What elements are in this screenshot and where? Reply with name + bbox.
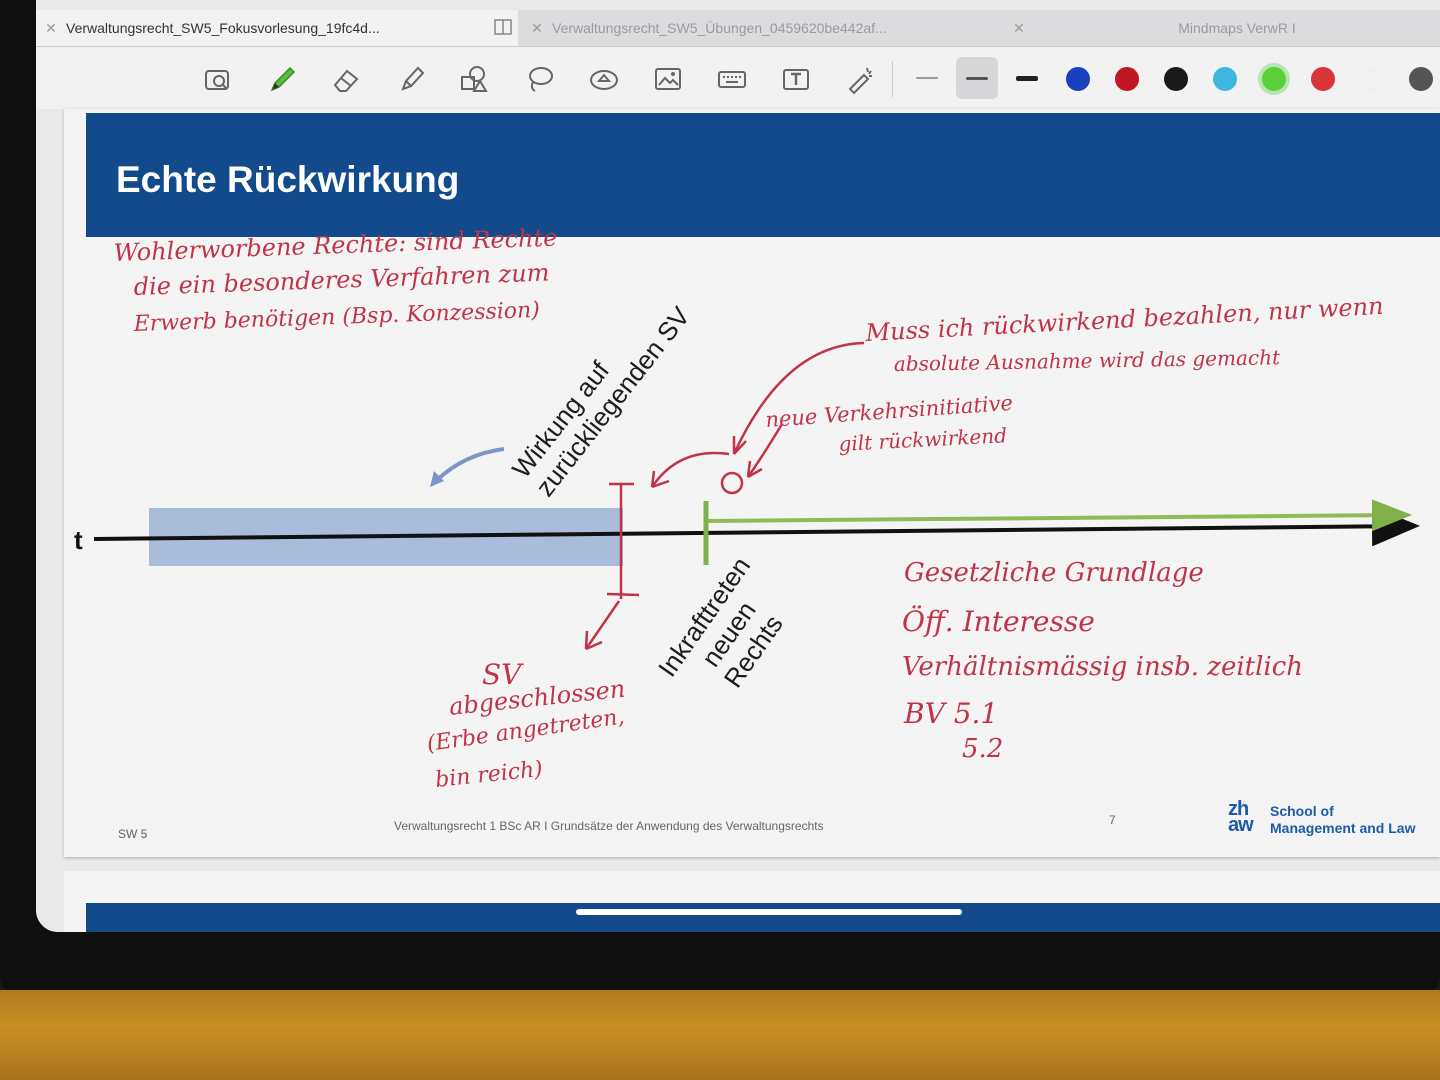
highlighter-icon[interactable] — [392, 59, 432, 99]
note-top-right-1: Muss ich rückwirkend bezahlen, nur wenn — [864, 292, 1384, 347]
lasso-zoom-icon[interactable] — [198, 59, 238, 99]
note-top-right-2: absolute Ausnahme wird das gemacht — [894, 345, 1282, 376]
note-list-4: BV 5.1 — [903, 697, 998, 730]
color-swatch[interactable] — [1213, 67, 1237, 91]
stroke-thin-button[interactable] — [906, 57, 948, 99]
logo-text: School of Management and Law — [1270, 803, 1416, 836]
stroke-thick-button[interactable] — [1006, 57, 1048, 99]
desk-surface — [0, 990, 1440, 1080]
color-swatch[interactable] — [1311, 67, 1335, 91]
new-law-line — [705, 499, 1412, 532]
slide-page: Echte Rückwirkung t Wohlerworbene Rechte… — [64, 109, 1440, 857]
stamp-icon[interactable] — [584, 59, 624, 99]
tab-fokusvorlesung[interactable]: ✕ Verwaltungsrecht_SW5_Fokusvorlesung_19… — [36, 10, 518, 46]
document-area: Echte Rückwirkung t Wohlerworbene Rechte… — [36, 109, 1440, 932]
text-box-icon[interactable] — [776, 59, 816, 99]
note-top-left-3: Erwerb benötigen (Bsp. Konzession) — [132, 298, 540, 337]
split-view-icon[interactable] — [488, 18, 518, 38]
color-swatch[interactable] — [1164, 67, 1188, 91]
zhaw-logo: zh aw School of Management and Law — [1228, 798, 1440, 841]
tab-bar: ✕ Verwaltungsrecht_SW5_Fokusvorlesung_19… — [36, 10, 1440, 47]
tab-label: Verwaltungsrecht_SW5_Übungen_0459620be44… — [552, 20, 887, 36]
stroke-medium-button[interactable] — [956, 57, 998, 99]
logo-mark: zh aw — [1228, 798, 1254, 836]
tab-label: Verwaltungsrecht_SW5_Fokusvorlesung_19fc… — [66, 20, 380, 36]
close-icon[interactable]: ✕ — [36, 20, 66, 37]
close-icon[interactable]: ✕ — [1004, 20, 1034, 37]
pen-icon[interactable] — [262, 59, 302, 99]
note-middle-2: gilt rückwirkend — [838, 423, 1007, 456]
color-swatch[interactable] — [1066, 67, 1090, 91]
note-list-2: Öff. Interesse — [902, 604, 1095, 638]
note-list-5: 5.2 — [962, 734, 1003, 764]
footer-course: Verwaltungsrecht 1 BSc AR I Grundsätze d… — [394, 819, 824, 833]
color-swatch[interactable] — [1115, 67, 1139, 91]
shapes-icon[interactable] — [454, 59, 494, 99]
note-sv-4: bin reich) — [434, 757, 544, 793]
image-icon[interactable] — [648, 59, 688, 99]
slide-diagram: t Wohlerworbene Rechte: sind Rechte die … — [74, 224, 1420, 793]
tab-label: Mindmaps VerwR I — [1178, 20, 1296, 36]
next-slide-banner — [86, 903, 1440, 932]
axis-label-t: t — [74, 525, 83, 555]
note-top-left-2: die ein besonderes Verfahren zum — [133, 258, 550, 300]
lasso-icon[interactable] — [520, 59, 560, 99]
note-list-3: Verhältnismässig insb. zeitlich — [902, 652, 1303, 682]
toolbar-divider — [892, 61, 893, 97]
page-number: 7 — [1109, 813, 1116, 827]
eraser-icon[interactable] — [326, 59, 366, 99]
keyboard-icon[interactable] — [712, 59, 752, 99]
note-list-1: Gesetzliche Grundlage — [904, 558, 1204, 588]
color-swatch[interactable] — [1409, 67, 1433, 91]
color-swatch[interactable] — [1262, 67, 1286, 91]
close-icon[interactable]: ✕ — [522, 20, 552, 37]
next-slide-page — [64, 871, 1440, 932]
color-swatch[interactable] — [1360, 67, 1384, 91]
annotation-toolbar — [36, 47, 1440, 109]
footer-week: SW 5 — [118, 827, 148, 841]
tab-mindmaps[interactable]: ✕ Mindmaps VerwR I — [1004, 10, 1440, 46]
tablet-screen: ✕ Verwaltungsrecht_SW5_Fokusvorlesung_19… — [36, 0, 1440, 932]
effect-arrow — [434, 447, 505, 483]
home-indicator[interactable] — [576, 909, 962, 915]
laser-pointer-icon[interactable] — [840, 59, 880, 99]
tab-uebungen[interactable]: ✕ Verwaltungsrecht_SW5_Übungen_0459620be… — [522, 10, 1000, 46]
